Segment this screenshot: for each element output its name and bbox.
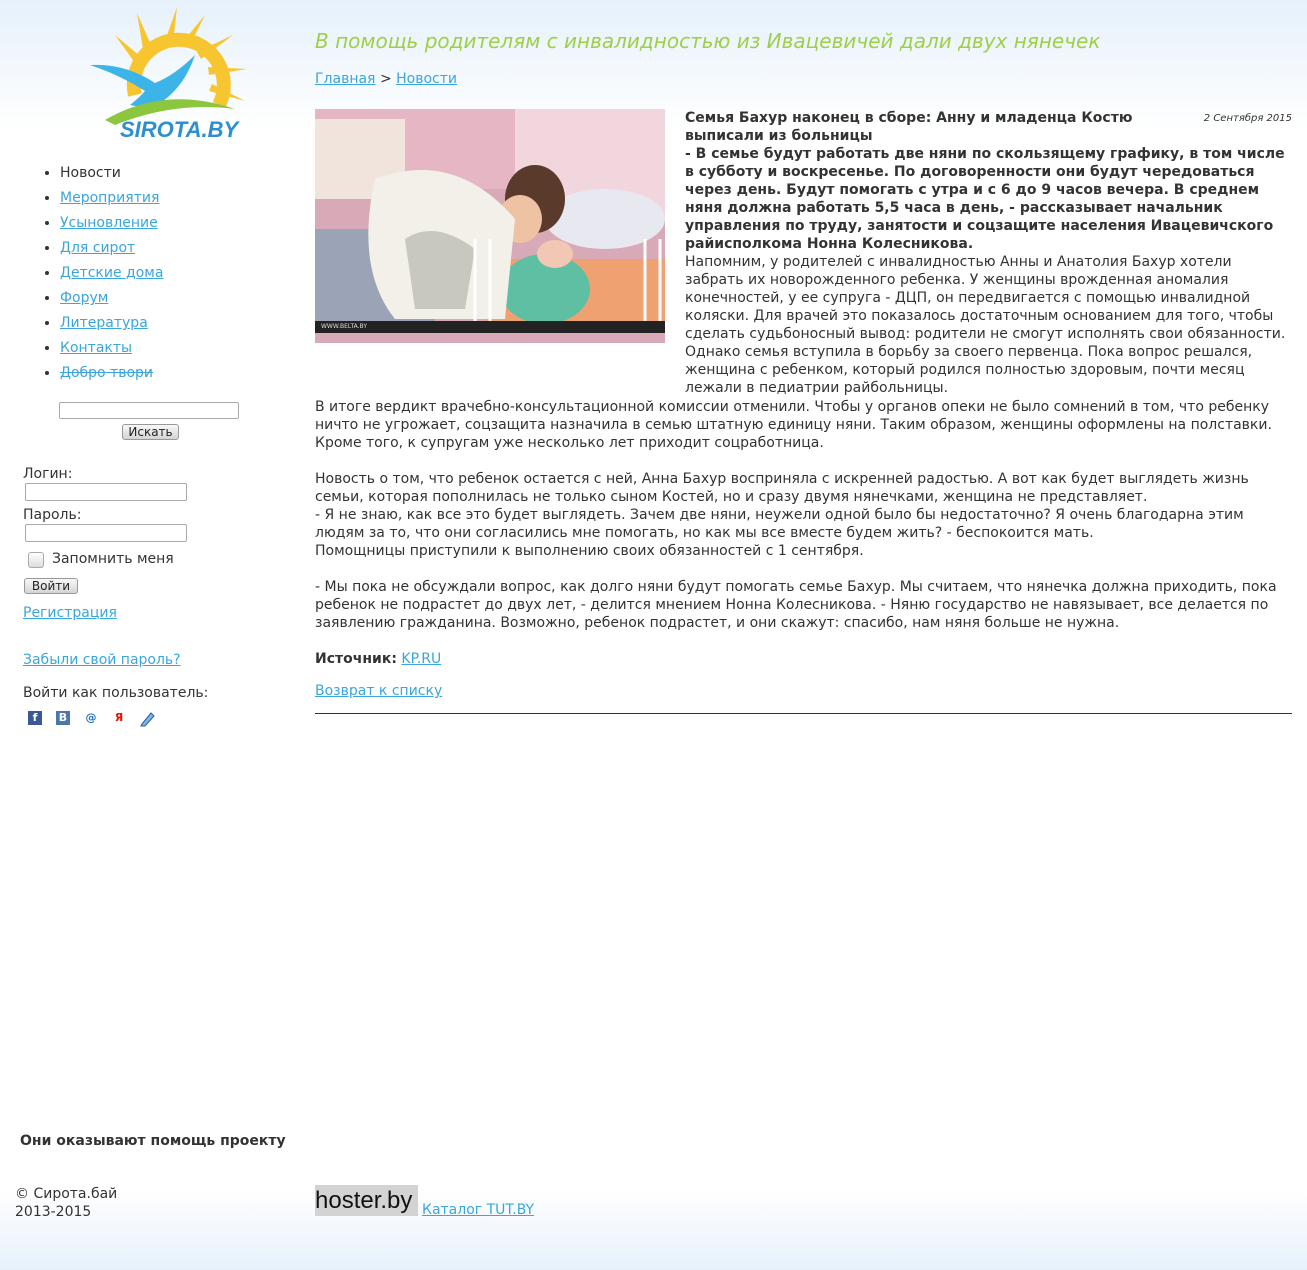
yandex-icon[interactable]: Я [112,711,126,725]
copyright: © Сирота.бай 2013-2015 [15,1185,117,1221]
content-divider [315,713,1292,714]
nav-link-do-good[interactable]: Добро твори [60,365,153,381]
nav-link-forum[interactable]: Форум [60,290,108,306]
article-paragraph-3a: Новость о том, что ребенок остается с не… [315,471,1249,505]
article-paragraph-3: Новость о том, что ребенок остается с не… [315,470,1292,560]
remember-me-checkbox[interactable] [28,552,44,568]
article-photo: WWW.BELTA.BY [315,109,665,343]
nav-link-adoption[interactable]: Усыновление [60,215,158,231]
breadcrumb-home-link[interactable]: Главная [315,71,375,87]
breadcrumb: Главная > Новости [315,71,457,87]
login-label: Логин: [23,466,73,482]
page-title: В помощь родителям с инвалидностью из Ив… [315,29,1101,53]
nav-item-news: Новости [60,163,163,188]
nav-item-contacts[interactable]: Контакты [60,338,163,363]
nav-item-literature[interactable]: Литература [60,313,163,338]
article-paragraph-2: В итоге вердикт врачебно-консультационно… [315,399,1272,451]
facebook-icon[interactable]: f [28,711,42,725]
site-logo[interactable]: SIROTA.BY [85,5,255,150]
sponsors-heading: Они оказывают помощь проекту [20,1133,286,1149]
article-paragraph-3b: - Я не знаю, как все это будет выглядеть… [315,507,1244,541]
logo-text: SIROTA.BY [120,117,239,142]
photo-watermark: WWW.BELTA.BY [321,323,367,330]
nav-link-literature[interactable]: Литература [60,315,148,331]
nav-item-events[interactable]: Мероприятия [60,188,163,213]
article-paragraph-4: - Мы пока не обсуждали вопрос, как долго… [315,579,1277,631]
nav-link-contacts[interactable]: Контакты [60,340,132,356]
login-field[interactable] [25,483,187,501]
nav-item-do-good[interactable]: Добро твори [60,363,163,388]
social-login-label: Войти как пользователь: [23,685,209,701]
nav-link-for-orphans[interactable]: Для сирот [60,240,135,256]
sun-bird-logo-icon [90,7,247,125]
nav-item-forum[interactable]: Форум [60,288,163,313]
article-paragraph-3c: Помощницы приступили к выполнению своих … [315,543,864,559]
copyright-line-2: 2013-2015 [15,1204,92,1220]
copyright-line-1: © Сирота.бай [15,1186,118,1202]
openid-icon[interactable] [140,711,155,727]
source-link[interactable]: KP.RU [401,651,441,667]
article-intro: Семья Бахур наконец в сборе: Анну и млад… [685,109,1292,253]
remember-me-label: Запомнить меня [52,551,174,567]
hoster-logo-text: hoster.by [315,1187,413,1214]
password-field[interactable] [25,524,187,542]
main-navigation: Новости Мероприятия Усыновление Для сиро… [45,163,163,388]
mailru-icon[interactable]: @ [84,711,98,725]
login-button[interactable]: Войти [24,578,78,594]
search-button[interactable]: Искать [122,424,179,440]
nav-link-events[interactable]: Мероприятия [60,190,159,206]
hoster-logo-link[interactable]: hoster.by [315,1185,418,1216]
search-input[interactable] [59,402,239,419]
catalog-tutby-link[interactable]: Каталог TUT.BY [422,1202,534,1218]
breadcrumb-news-link[interactable]: Новости [396,71,457,87]
vkontakte-icon[interactable]: В [56,711,70,725]
forgot-password-link[interactable]: Забыли свой пароль? [23,652,181,668]
article-paragraph-1: Напомним, у родителей с инвалидностью Ан… [685,254,1286,396]
password-label: Пароль: [23,507,82,523]
source-label: Источник: [315,651,397,667]
intro-quote: - В семье будут работать две няни по ско… [685,146,1285,252]
nav-link-orphanages[interactable]: Детские дома [60,265,163,281]
intro-headline: Семья Бахур наконец в сборе: Анну и млад… [685,110,1133,144]
nav-item-adoption[interactable]: Усыновление [60,213,163,238]
breadcrumb-separator: > [379,71,392,87]
article-source: Источник: KP.RU [315,650,441,668]
nav-item-orphanages[interactable]: Детские дома [60,263,163,288]
nav-item-label: Новости [60,165,121,181]
back-to-list-link[interactable]: Возврат к списку [315,682,442,700]
nav-item-for-orphans[interactable]: Для сирот [60,238,163,263]
register-link[interactable]: Регистрация [23,605,117,621]
